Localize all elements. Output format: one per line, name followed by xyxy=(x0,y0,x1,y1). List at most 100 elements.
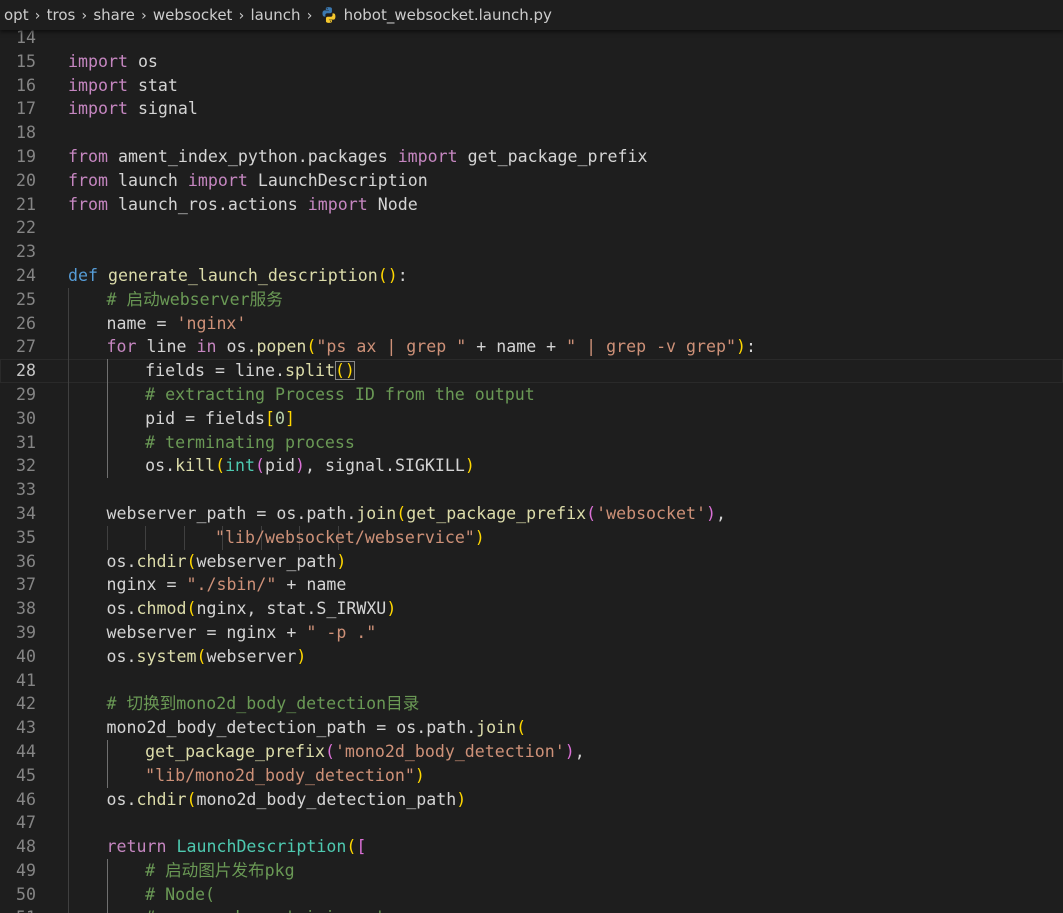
line-number: 36 xyxy=(16,551,36,571)
code-line[interactable]: 20 from launch import LaunchDescription xyxy=(0,169,1063,193)
token-num: 0 xyxy=(275,408,285,428)
token-str: 'nginx' xyxy=(176,313,247,333)
code-line[interactable]: 28 fields = line.split() xyxy=(0,359,1063,383)
code-line[interactable]: 22 xyxy=(0,216,1063,240)
code-line[interactable]: 23 xyxy=(0,240,1063,264)
code-line[interactable]: 38 os.chmod(nginx, stat.S_IRWXU) xyxy=(0,597,1063,621)
breadcrumb-item-tros[interactable]: tros xyxy=(47,6,76,24)
code-line[interactable]: 43 mono2d_body_detection_path = os.path.j… xyxy=(0,716,1063,740)
breadcrumb-item-websocket[interactable]: websocket xyxy=(153,6,233,24)
code-line[interactable]: 32 os.kill(int(pid), signal.SIGKILL) xyxy=(0,454,1063,479)
indent-guide xyxy=(68,739,69,764)
python-file-icon xyxy=(322,7,335,23)
indent-guide xyxy=(68,858,69,883)
token-b1: ( xyxy=(215,456,226,476)
code-line[interactable]: 33 xyxy=(0,478,1063,502)
breadcrumb-item-launch[interactable]: launch xyxy=(250,6,300,24)
code-line[interactable]: 44 get_package_prefix('mono2d_body_detect… xyxy=(0,739,1063,764)
line-number: 30 xyxy=(16,408,36,428)
line-number: 46 xyxy=(16,789,36,809)
code-line[interactable]: 17 import signal xyxy=(0,97,1063,121)
breadcrumb-item-share[interactable]: share xyxy=(93,6,135,24)
code-line[interactable]: 35 "lib/websocket/webservice") xyxy=(0,525,1063,550)
code-line[interactable]: 16 import stat xyxy=(0,74,1063,98)
token-str: "ps ax | grep " xyxy=(316,337,467,357)
indent-guide xyxy=(68,692,69,717)
line-number: 26 xyxy=(16,313,36,333)
token-com: # terminating process xyxy=(145,432,355,452)
token-b1: ) xyxy=(456,789,467,809)
code-line[interactable]: 50 # Node( xyxy=(0,882,1063,907)
indent-guide xyxy=(68,478,69,502)
code-line[interactable]: 46 os.chdir(mono2d_body_detection_path) xyxy=(0,787,1063,812)
token-fn: kill xyxy=(175,456,216,476)
token-b1: ( xyxy=(196,646,207,666)
token-fn: chdir xyxy=(136,789,187,809)
line-number: 48 xyxy=(16,837,36,857)
token-type: LaunchDescription xyxy=(176,837,347,857)
code-line[interactable]: 36 os.chdir(webserver_path) xyxy=(0,549,1063,574)
indent-guide xyxy=(106,454,108,479)
token-b1: ) xyxy=(296,646,307,666)
code-line[interactable]: 48 return LaunchDescription([ xyxy=(0,835,1063,859)
code-line[interactable]: 31 # terminating process xyxy=(0,430,1063,455)
code-line[interactable]: 45 "lib/mono2d_body_detection") xyxy=(0,763,1063,788)
code-line[interactable]: 15 import os xyxy=(0,50,1063,74)
code-line[interactable]: 37 nginx = "./sbin/" + name xyxy=(0,573,1063,598)
indent-guide xyxy=(68,763,69,788)
token-b2: ( xyxy=(255,456,266,476)
code-line[interactable]: 41 xyxy=(0,668,1063,693)
token-plain: , xyxy=(716,503,727,523)
code-line[interactable]: 26 name = 'nginx' xyxy=(0,311,1063,336)
indent-guide xyxy=(68,359,69,383)
code-line[interactable]: 27 for line in os.popen("ps ax | grep " +… xyxy=(0,335,1063,360)
breadcrumb-path: opt › tros › share › websocket › launch › xyxy=(4,6,319,24)
code-line[interactable]: 25 # 启动webserver服务 xyxy=(0,287,1063,312)
line-number: 39 xyxy=(16,622,36,642)
token-b1: ( xyxy=(516,718,527,738)
token-plain: mono2d_body_detection_path = os.path. xyxy=(106,718,477,738)
breadcrumb-item-opt[interactable]: opt xyxy=(4,6,29,24)
token-b1: ( xyxy=(346,837,357,857)
code-line[interactable]: 24 def generate_launch_description(): xyxy=(0,264,1063,288)
code-line[interactable]: 49 # 启动图片发布pkg xyxy=(0,858,1063,883)
token-plain: : xyxy=(746,337,756,357)
indent-guide xyxy=(106,906,108,913)
code-line[interactable]: 40 os.system(webserver) xyxy=(0,644,1063,669)
indent-guide xyxy=(68,811,69,836)
line-number: 45 xyxy=(16,765,36,785)
code-line[interactable]: 21 from launch_ros.actions import Node xyxy=(0,193,1063,217)
code-line[interactable]: 34 webserver_path = os.path.join(get_pack… xyxy=(0,501,1063,526)
code-line[interactable]: 30 pid = fields[0] xyxy=(0,406,1063,431)
indent-guide xyxy=(68,597,69,621)
code-text: import stat xyxy=(68,74,178,98)
breadcrumb-file[interactable]: hobot_websocket.launch.py xyxy=(344,6,552,24)
token-com: # 启动图片发布pkg xyxy=(145,860,295,880)
code-line[interactable]: 29 # extracting Process ID from the outpu… xyxy=(0,382,1063,407)
code-line[interactable]: 19 from ament_index_python.packages impor… xyxy=(0,145,1063,169)
indent-guide xyxy=(106,882,108,907)
code-text: mono2d_body_detection_path = os.path.joi… xyxy=(107,716,527,740)
code-text: # terminating process xyxy=(145,431,355,455)
code-line[interactable]: 39 webserver = nginx + " -p ." xyxy=(0,620,1063,645)
line-number: 29 xyxy=(16,384,36,404)
indent-guide xyxy=(106,382,108,407)
token-plain: webserver xyxy=(206,646,297,666)
code-line[interactable]: 18 xyxy=(0,121,1063,145)
code-text: def generate_launch_description(): xyxy=(68,264,408,288)
code-line[interactable]: 42 # 切换到mono2d_body_detection目录 xyxy=(0,692,1063,717)
token-b2: [ xyxy=(356,837,367,857)
token-plain: os xyxy=(127,51,158,71)
code-line[interactable]: 51 # package='mipi_cam', xyxy=(0,906,1063,913)
code-text: pid = fields[0] xyxy=(145,407,295,431)
line-number: 31 xyxy=(16,432,36,452)
indent-guide xyxy=(68,906,69,913)
code-editor[interactable]: 14 15 import os 16 import stat 17 import signa… xyxy=(0,26,1063,913)
indent-guide xyxy=(68,835,69,859)
indent-guide xyxy=(68,454,69,479)
line-number: 17 xyxy=(16,99,36,119)
code-text: nginx = "./sbin/" + name xyxy=(107,573,347,597)
token-plain: get_package_prefix xyxy=(457,146,648,166)
code-line[interactable]: 47 xyxy=(0,811,1063,836)
